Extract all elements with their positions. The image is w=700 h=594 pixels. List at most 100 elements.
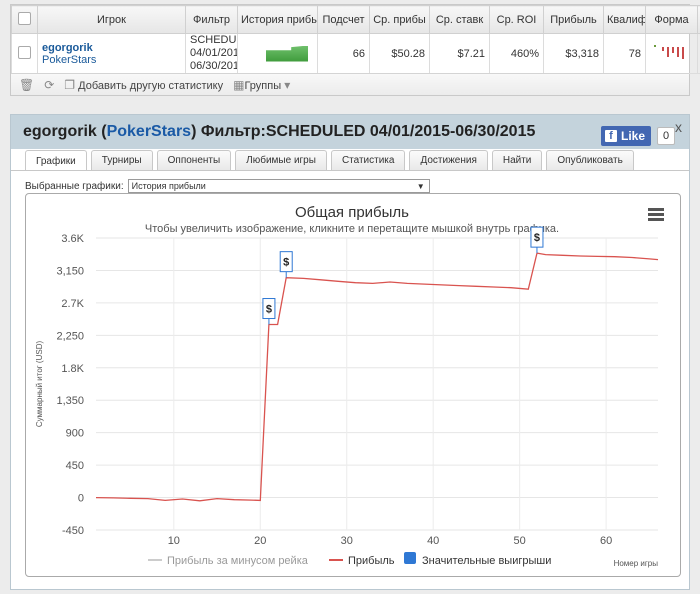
- col-filter[interactable]: Фильтр: [185, 5, 238, 34]
- avg-stake-cell: $7.21: [429, 33, 490, 74]
- tab-publish[interactable]: Опубликовать: [546, 150, 634, 170]
- y-tick-label: 3.6K: [61, 233, 84, 245]
- form-mini-chart: [654, 45, 684, 59]
- tab-find[interactable]: Найти: [491, 150, 543, 170]
- big-win-flag[interactable]: $: [530, 226, 544, 254]
- copy-icon: ❐: [64, 77, 76, 92]
- y-tick-label: 0: [78, 493, 84, 505]
- tab-statistics[interactable]: Статистика: [330, 150, 406, 170]
- x-tick-label: 20: [254, 535, 266, 547]
- facebook-icon: f: [605, 130, 617, 142]
- player-detail-panel: egorgorik (PokerStars) Фильтр:SCHEDULED …: [10, 114, 690, 590]
- grid-icon: ▦: [233, 77, 245, 92]
- title-site-link[interactable]: PokerStars: [107, 123, 192, 140]
- chart-title: Общая прибыль: [295, 204, 409, 221]
- table-header-row: Игрок Фильтр История прибы Подсчет Ср. п…: [11, 5, 700, 34]
- player-site-link[interactable]: PokerStars: [42, 54, 181, 66]
- legend-profit[interactable]: Прибыль: [348, 555, 395, 567]
- big-win-flag[interactable]: $: [262, 298, 276, 325]
- y-tick-label: 450: [66, 460, 84, 472]
- col-avg-profit[interactable]: Ср. прибы: [369, 5, 430, 34]
- chart-select-label: Выбранные графики:: [25, 180, 124, 192]
- col-qualif[interactable]: Квалиф: [603, 5, 646, 34]
- chart-menu-icon[interactable]: [648, 208, 664, 223]
- y-tick-label: 2,250: [56, 330, 84, 342]
- groups-label: Группы: [244, 79, 282, 92]
- qualif-cell: 78: [603, 33, 646, 74]
- legend-bigwin[interactable]: Значительные выигрыши: [422, 555, 551, 567]
- select-all-cell[interactable]: [11, 5, 38, 34]
- y-tick-label: 2.7K: [61, 298, 84, 310]
- col-roi[interactable]: Ср. ROI: [489, 5, 544, 34]
- legend-rake[interactable]: Прибыль за минусом рейка: [167, 555, 309, 567]
- tab-favorite-games[interactable]: Любимые игры: [235, 150, 327, 170]
- tab-tournaments[interactable]: Турниры: [90, 150, 153, 170]
- close-icon[interactable]: x: [675, 119, 682, 135]
- x-tick-label: 60: [600, 535, 612, 547]
- big-win-flag-label: $: [534, 232, 540, 244]
- dropdown-arrow-icon: ▼: [416, 181, 425, 191]
- tab-achievements[interactable]: Достижения: [409, 150, 488, 170]
- table-row: egorgorik PokerStars SCHEDULI 04/01/201 …: [11, 33, 700, 74]
- title-player: egorgorik: [23, 123, 97, 140]
- trash-icon[interactable]: 🗑: [19, 78, 34, 92]
- col-profit[interactable]: Прибыль: [543, 5, 604, 34]
- filter-line-3: 06/30/201: [190, 60, 238, 72]
- filter-cell: SCHEDULI 04/01/201 06/30/201: [185, 33, 238, 74]
- col-count[interactable]: Подсчет: [317, 5, 370, 34]
- select-all-checkbox[interactable]: [18, 11, 31, 25]
- chart-subtitle: Чтобы увеличить изображение, кликните и …: [145, 223, 559, 235]
- chart-select-value: История прибыли: [131, 181, 206, 191]
- col-history[interactable]: История прибы: [237, 5, 318, 34]
- add-stat-label: Добавить другую статистику: [78, 79, 224, 92]
- big-win-flag[interactable]: $: [279, 251, 293, 278]
- row-checkbox[interactable]: [18, 45, 31, 59]
- chart-series: [95, 252, 659, 502]
- stats-table-panel: Игрок Фильтр История прибы Подсчет Ср. п…: [10, 4, 700, 96]
- groups-button[interactable]: ▦Группы ▾: [233, 78, 290, 92]
- tab-opponents[interactable]: Оппоненты: [156, 150, 232, 170]
- row-select-cell[interactable]: [11, 33, 38, 74]
- fb-like-label: Like: [621, 129, 646, 143]
- profit-history-sparkline[interactable]: [266, 45, 308, 62]
- refresh-icon[interactable]: ⟳: [44, 78, 54, 92]
- add-stat-button[interactable]: ❐ Добавить другую статистику: [64, 78, 223, 92]
- facebook-like-widget: f Like 0: [601, 125, 676, 147]
- avg-profit-cell: $50.28: [369, 33, 430, 74]
- chevron-down-icon: ▾: [284, 77, 291, 92]
- x-tick-labels: 10 20 30 40 50 60: [168, 535, 613, 547]
- chart-gridlines: [96, 237, 658, 531]
- profit-cell: $3,318: [543, 33, 604, 74]
- big-win-flag-label: $: [266, 304, 272, 316]
- facebook-like-button[interactable]: f Like: [601, 126, 652, 146]
- chart-container[interactable]: Общая прибыль Чтобы увеличить изображени…: [25, 193, 681, 577]
- form-cell: [645, 33, 698, 74]
- tab-charts[interactable]: Графики: [25, 150, 87, 171]
- panel-header: egorgorik (PokerStars) Фильтр:SCHEDULED …: [11, 115, 689, 149]
- big-win-flags: $ $ $: [262, 226, 544, 325]
- col-player[interactable]: Игрок: [37, 5, 186, 34]
- title-filter: Фильтр:SCHEDULED 04/01/2015-06/30/2015: [200, 123, 536, 140]
- col-avg-stake[interactable]: Ср. ставк: [429, 5, 490, 34]
- x-tick-label: 10: [168, 535, 180, 547]
- x-tick-label: 50: [514, 535, 526, 547]
- series-line-profit[interactable]: [95, 252, 659, 502]
- table-toolbar: 🗑 ⟳ ❐ Добавить другую статистику ▦Группы…: [11, 73, 689, 95]
- x-axis-label: Номер игры: [614, 559, 659, 568]
- stats-table: Игрок Фильтр История прибы Подсчет Ср. п…: [11, 5, 700, 74]
- panel-tabs: Графики Турниры Оппоненты Любимые игры С…: [25, 150, 634, 171]
- roi-cell: 460%: [489, 33, 544, 74]
- filter-line-1: SCHEDULI: [190, 34, 237, 47]
- y-tick-label: 1,350: [56, 395, 84, 407]
- chart-legend: Прибыль за минусом рейка Прибыль Значите…: [148, 552, 551, 567]
- player-name-link[interactable]: egorgorik: [42, 42, 181, 54]
- col-form[interactable]: Форма: [645, 5, 698, 34]
- count-cell: 66: [317, 33, 370, 74]
- panel-title: egorgorik (PokerStars) Фильтр:SCHEDULED …: [23, 123, 536, 140]
- player-cell: egorgorik PokerStars: [37, 33, 186, 74]
- y-tick-labels: 3.6K 3,150 2.7K 2,250 1.8K 1,350 900 450 0 -450: [56, 233, 84, 537]
- history-sparkline-cell[interactable]: [237, 33, 318, 74]
- chart-select-dropdown[interactable]: История прибыли ▼: [127, 179, 430, 193]
- filter-line-2: 04/01/201: [190, 47, 238, 59]
- tabs-divider: [11, 170, 689, 171]
